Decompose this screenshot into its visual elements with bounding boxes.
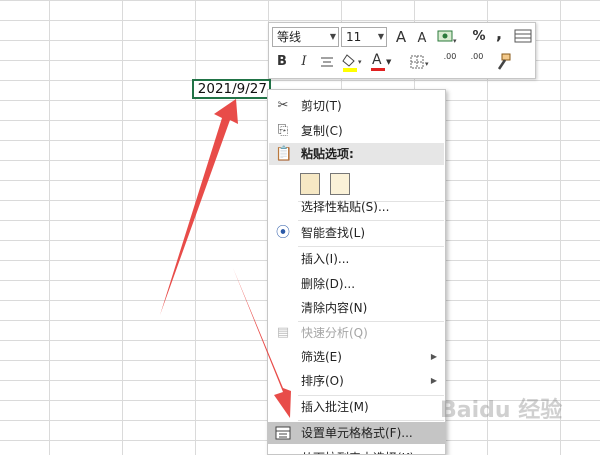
arrow-to-cell: [160, 99, 238, 315]
watermark: Baidu 经验: [440, 398, 563, 423]
annotation-arrows: [160, 99, 291, 418]
arrow-to-format-cells: [233, 268, 291, 418]
